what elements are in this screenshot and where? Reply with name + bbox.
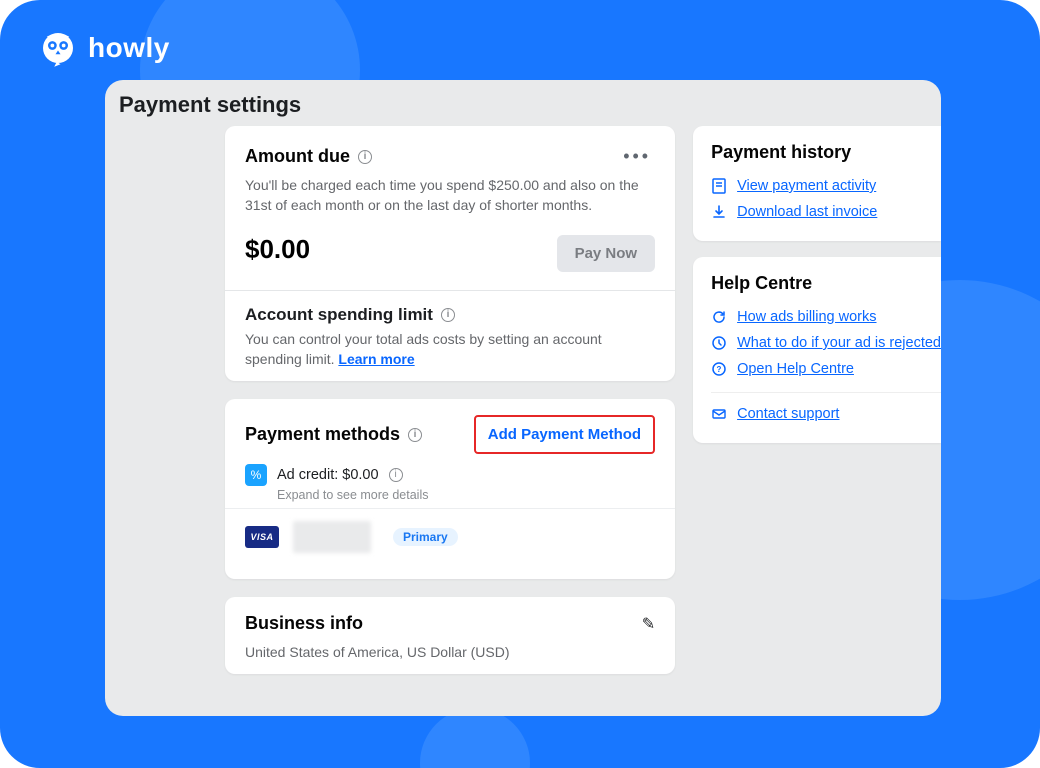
business-info-line: United States of America, US Dollar (USD…	[245, 642, 655, 662]
payment-history-card: Payment history View payment activity Do…	[693, 126, 941, 241]
info-icon[interactable]: i	[441, 308, 455, 322]
more-options-icon[interactable]: •••	[619, 142, 655, 171]
payment-methods-card: Payment methods i Add Payment Method % A…	[225, 399, 675, 579]
payment-methods-title: Payment methods	[245, 424, 400, 445]
brand-name: howly	[88, 32, 170, 64]
payment-history-title: Payment history	[711, 142, 941, 163]
learn-more-link[interactable]: Learn more	[338, 351, 414, 367]
clock-icon	[711, 335, 727, 351]
add-payment-method-button[interactable]: Add Payment Method	[474, 415, 655, 454]
contact-support-link[interactable]: Contact support	[711, 401, 941, 427]
svg-text:?: ?	[717, 365, 722, 374]
amount-due-card: Amount due i ••• You'll be charged each …	[225, 126, 675, 381]
receipt-icon	[711, 178, 727, 194]
primary-badge: Primary	[393, 528, 458, 546]
edit-icon[interactable]: ✎	[642, 614, 655, 634]
help-link-billing[interactable]: How ads billing works	[711, 304, 941, 330]
help-centre-title: Help Centre	[711, 273, 941, 294]
brand-logo: howly	[38, 28, 170, 68]
amount-due-description: You'll be charged each time you spend $2…	[245, 175, 655, 216]
help-centre-card: Help Centre How ads billing works What t…	[693, 257, 941, 443]
info-icon[interactable]: i	[358, 150, 372, 164]
ad-credit-expand-hint: Expand to see more details	[277, 488, 655, 502]
ad-credit-row[interactable]: % Ad credit: $0.00 i	[245, 454, 655, 490]
mail-icon	[711, 406, 727, 422]
pay-now-button[interactable]: Pay Now	[557, 235, 656, 272]
app-window: Payment settings Amount due i ••• You'll…	[105, 80, 941, 716]
download-icon	[711, 204, 727, 220]
visa-icon: VISA	[245, 526, 279, 548]
info-icon[interactable]: i	[389, 468, 403, 482]
primary-card-row[interactable]: VISA Primary	[245, 517, 655, 567]
business-info-title: Business info	[245, 613, 363, 634]
spending-limit-title: Account spending limit	[245, 305, 433, 325]
download-invoice-link[interactable]: Download last invoice	[711, 199, 941, 225]
page-title: Payment settings	[105, 80, 941, 126]
ad-credit-label: Ad credit: $0.00	[277, 467, 379, 483]
spending-limit-description: You can control your total ads costs by …	[245, 331, 602, 367]
owl-icon	[38, 28, 78, 68]
help-link-rejected[interactable]: What to do if your ad is rejected	[711, 330, 941, 356]
amount-due-title: Amount due	[245, 146, 350, 167]
help-link-open[interactable]: ? Open Help Centre	[711, 356, 941, 382]
coupon-icon: %	[245, 464, 267, 486]
info-icon[interactable]: i	[408, 428, 422, 442]
question-icon: ?	[711, 361, 727, 377]
refresh-icon	[711, 309, 727, 325]
view-payment-activity-link[interactable]: View payment activity	[711, 173, 941, 199]
card-number-redacted	[293, 521, 371, 553]
business-info-card: Business info ✎ United States of America…	[225, 597, 675, 674]
